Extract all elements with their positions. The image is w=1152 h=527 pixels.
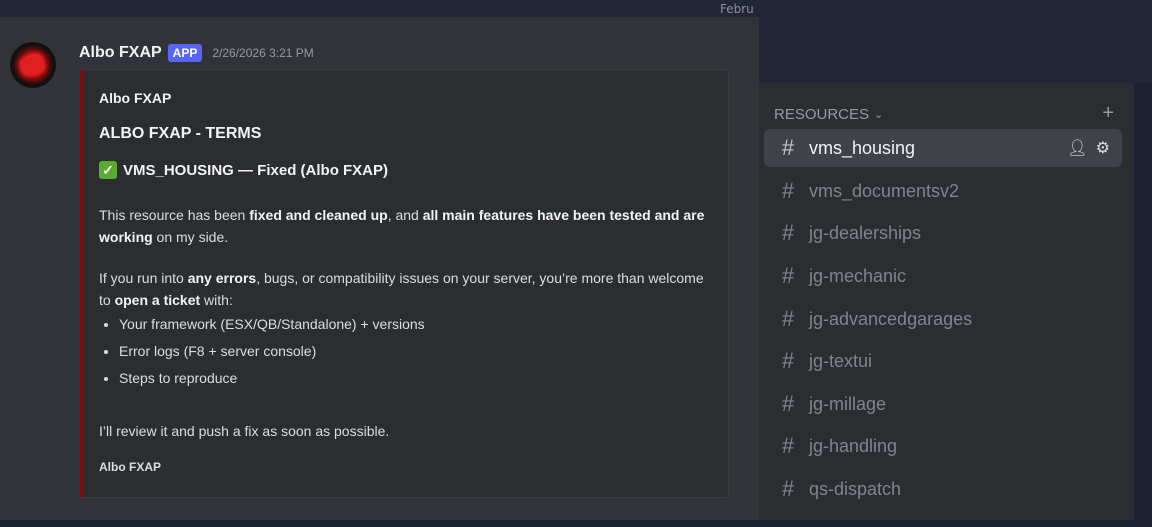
hash-icon: # [781, 348, 795, 373]
channel-name: jg-mechanic [809, 265, 907, 286]
embed-subtitle-text: VMS_HOUSING — Fixed (Albo FXAP) [123, 161, 389, 179]
hash-icon: # [781, 220, 795, 245]
hash-icon: # [781, 433, 795, 458]
hash-icon: # [781, 306, 795, 331]
message-embed: Albo FXAP ALBO FXAP - TERMS ✓ VMS_HOUSIN… [79, 69, 729, 498]
channel-item-jg-dealerships[interactable]: # jg-dealerships [764, 214, 1122, 252]
sidebar-edge [1134, 83, 1152, 527]
check-mark-icon: ✓ [99, 161, 117, 179]
timestamp: 2/26/2026 3:21 PM [212, 46, 314, 60]
channel-name: jg-advancedgarages [809, 308, 973, 329]
message-header: Albo FXAP APP 2/26/2026 3:21 PM [79, 41, 314, 65]
bullet-list: Your framework (ESX/QB/Standalone) + ver… [99, 311, 719, 392]
channel-name: jg-textui [809, 350, 873, 371]
app-badge: APP [167, 44, 203, 62]
embed-author: Albo FXAP [99, 90, 172, 106]
hash-icon: # [781, 476, 795, 501]
list-item: Your framework (ESX/QB/Standalone) + ver… [119, 311, 719, 338]
channel-name: vms_documentsv2 [809, 180, 960, 201]
category-resources[interactable]: RESOURCES ⌄ + [774, 102, 1114, 125]
channel-name: vms_housing [809, 137, 916, 158]
gear-icon[interactable]: ⚙ [1096, 138, 1110, 158]
category-label: RESOURCES [774, 105, 870, 123]
channel-item-jg-mechanic[interactable]: # jg-mechanic [764, 257, 1122, 295]
channel-name: jg-millage [809, 393, 887, 414]
paragraph-2: If you run into any errors, bugs, or com… [99, 270, 704, 308]
channel-item-jg-textui[interactable]: # jg-textui [764, 342, 1122, 380]
list-item: Error logs (F8 + server console) [119, 338, 719, 365]
embed-title: ALBO FXAP - TERMS [99, 125, 262, 142]
embed-body: This resource has been fixed and cleaned… [99, 204, 719, 442]
paragraph-1: This resource has been fixed and cleaned… [99, 207, 705, 245]
top-strip [0, 0, 1152, 17]
hash-icon: # [781, 178, 795, 203]
channel-name: jg-dealerships [809, 222, 922, 243]
hash-icon: # [781, 391, 795, 416]
bottom-strip [0, 520, 1152, 527]
hash-icon: # [781, 263, 795, 288]
date-divider: Febru [720, 2, 754, 16]
embed-footer: Albo FXAP [99, 460, 161, 474]
list-item: Steps to reproduce [119, 365, 719, 392]
channel-item-jg-handling[interactable]: # jg-handling [764, 427, 1122, 465]
channel-item-vms-documentsv2[interactable]: # vms_documentsv2 [764, 172, 1122, 210]
channel-item-jg-advancedgarages[interactable]: # jg-advancedgarages [764, 300, 1122, 338]
hash-icon: # [781, 135, 795, 160]
paragraph-3: I’ll review it and push a fix as soon as… [99, 423, 390, 439]
add-channel-icon[interactable]: + [1102, 102, 1114, 125]
username[interactable]: Albo FXAP [79, 44, 162, 62]
chevron-down-icon: ⌄ [874, 108, 884, 121]
invite-member-icon[interactable]: 👤︎ [1067, 138, 1087, 158]
embed-subtitle: ✓ VMS_HOUSING — Fixed (Albo FXAP) [99, 161, 388, 179]
channel-item-vms-housing[interactable]: # vms_housing 👤︎ ⚙ [764, 129, 1122, 167]
sidebar-header [759, 17, 1152, 83]
channel-name: jg-handling [809, 435, 898, 456]
channel-name: qs-dispatch [809, 478, 902, 499]
channel-item-jg-millage[interactable]: # jg-millage [764, 385, 1122, 423]
channel-item-qs-dispatch[interactable]: # qs-dispatch [764, 470, 1122, 508]
